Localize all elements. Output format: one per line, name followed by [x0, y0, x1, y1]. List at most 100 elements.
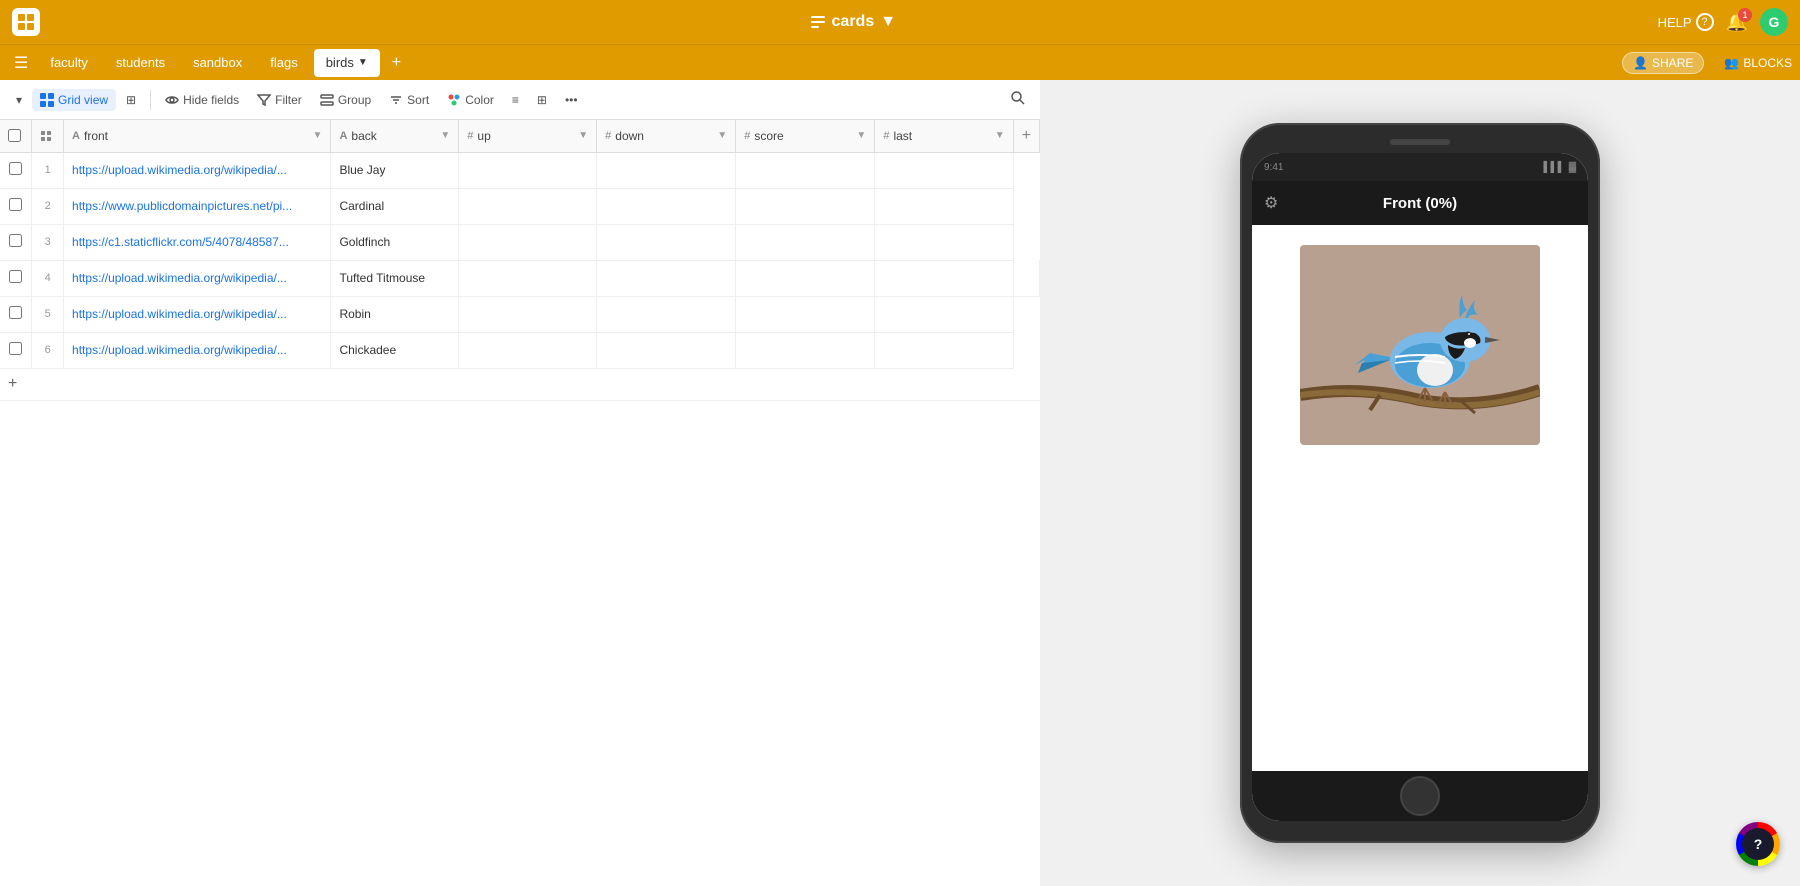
- customize-view-button[interactable]: ⊞: [118, 89, 144, 111]
- avatar[interactable]: G: [1760, 8, 1788, 36]
- col-last-dropdown-icon[interactable]: ▼: [995, 130, 1005, 141]
- col-header-up[interactable]: # up ▼: [459, 120, 597, 152]
- row-front-cell[interactable]: https://upload.wikimedia.org/wikipedia/.…: [64, 296, 331, 332]
- sort-button[interactable]: Sort: [381, 89, 437, 111]
- tab-students[interactable]: students: [104, 49, 177, 77]
- search-button[interactable]: [1004, 86, 1032, 113]
- row-score-cell[interactable]: [597, 152, 736, 188]
- col-header-down[interactable]: # down ▼: [597, 120, 736, 152]
- row-back-cell[interactable]: Chickadee: [331, 332, 459, 368]
- filter-button[interactable]: Filter: [249, 89, 310, 111]
- row-back-cell[interactable]: Goldfinch: [331, 224, 459, 260]
- help-button[interactable]: HELP ?: [1658, 13, 1714, 31]
- row-score-cell[interactable]: [736, 260, 875, 296]
- col-down-dropdown-icon[interactable]: ▼: [717, 130, 727, 141]
- row-last-cell[interactable]: [875, 260, 1013, 296]
- row-score-cell[interactable]: [597, 224, 736, 260]
- share-people-icon: 👤: [1633, 56, 1648, 70]
- row-front-cell[interactable]: https://upload.wikimedia.org/wikipedia/.…: [64, 152, 331, 188]
- row-front-cell[interactable]: https://www.publicdomainpictures.net/pi.…: [64, 188, 331, 224]
- col-header-last[interactable]: # last ▼: [875, 120, 1013, 152]
- tab-faculty[interactable]: faculty: [38, 49, 100, 77]
- phone-card-area[interactable]: [1252, 225, 1588, 771]
- row-last-cell[interactable]: [736, 152, 875, 188]
- color-button[interactable]: Color: [439, 89, 502, 111]
- group-button[interactable]: Group: [312, 89, 379, 111]
- phone-home-button[interactable]: [1400, 776, 1440, 816]
- blocks-button[interactable]: 👥 BLOCKS: [1724, 56, 1792, 70]
- tab-sandbox[interactable]: sandbox: [181, 49, 254, 77]
- table-row[interactable]: 1 https://upload.wikimedia.org/wikipedia…: [0, 152, 1040, 188]
- row-checkbox[interactable]: [9, 234, 22, 247]
- row-checkbox[interactable]: [9, 270, 22, 283]
- row-last-cell[interactable]: [736, 296, 875, 332]
- row-back-cell[interactable]: Blue Jay: [331, 152, 459, 188]
- row-checkbox[interactable]: [9, 198, 22, 211]
- row-score-cell[interactable]: [597, 188, 736, 224]
- tab-flags[interactable]: flags: [258, 49, 309, 77]
- app-logo[interactable]: [12, 8, 40, 36]
- row-down-cell[interactable]: [459, 332, 597, 368]
- row-score-cell[interactable]: [597, 296, 736, 332]
- row-last-cell[interactable]: [736, 332, 875, 368]
- row-last-cell[interactable]: [736, 224, 875, 260]
- help-support-button[interactable]: ?: [1736, 822, 1780, 866]
- row-height-button[interactable]: ≡: [504, 89, 527, 111]
- expand-button[interactable]: ⊞: [529, 89, 555, 111]
- row-checkbox[interactable]: [9, 306, 22, 319]
- hide-fields-button[interactable]: Hide fields: [157, 89, 247, 111]
- row-front-cell[interactable]: https://upload.wikimedia.org/wikipedia/.…: [64, 332, 331, 368]
- select-all-checkbox[interactable]: [8, 129, 21, 142]
- settings-gear-icon[interactable]: ⚙: [1264, 193, 1278, 213]
- row-down-cell[interactable]: [459, 188, 597, 224]
- row-front-cell[interactable]: https://c1.staticflickr.com/5/4078/48587…: [64, 224, 331, 260]
- table-row[interactable]: 2 https://www.publicdomainpictures.net/p…: [0, 188, 1040, 224]
- row-back-cell[interactable]: Tufted Titmouse: [331, 260, 459, 296]
- col-front-dropdown-icon[interactable]: ▼: [313, 130, 323, 141]
- row-checkbox-cell[interactable]: [0, 152, 32, 188]
- row-last-cell[interactable]: [736, 188, 875, 224]
- table-row[interactable]: 5 https://upload.wikimedia.org/wikipedia…: [0, 296, 1040, 332]
- col-header-front[interactable]: A front ▼: [64, 120, 331, 152]
- row-back-cell[interactable]: Robin: [331, 296, 459, 332]
- row-up-cell[interactable]: [459, 260, 597, 296]
- more-options-button[interactable]: •••: [557, 89, 586, 111]
- row-checkbox-cell[interactable]: [0, 260, 32, 296]
- col-header-checkbox[interactable]: [0, 120, 32, 152]
- add-tab-button[interactable]: +: [384, 50, 409, 76]
- grid-view-button[interactable]: Grid view: [32, 89, 116, 111]
- col-up-dropdown-icon[interactable]: ▼: [578, 130, 588, 141]
- tab-birds[interactable]: birds ▼: [314, 49, 380, 77]
- table-row[interactable]: 4 https://upload.wikimedia.org/wikipedia…: [0, 260, 1040, 296]
- col-back-dropdown-icon[interactable]: ▼: [440, 130, 450, 141]
- menu-icon[interactable]: ☰: [8, 49, 34, 77]
- phone-home-bar: [1252, 771, 1588, 821]
- col-header-score[interactable]: # score ▼: [736, 120, 875, 152]
- row-down-cell[interactable]: [459, 152, 597, 188]
- table-row[interactable]: 3 https://c1.staticflickr.com/5/4078/485…: [0, 224, 1040, 260]
- notification-button[interactable]: 🔔 1: [1726, 12, 1748, 33]
- add-column-icon[interactable]: +: [1022, 127, 1031, 145]
- app-title-button[interactable]: cards ▼: [810, 13, 897, 31]
- row-down-cell[interactable]: [459, 224, 597, 260]
- tab-birds-dropdown-icon[interactable]: ▼: [358, 57, 368, 68]
- table-row[interactable]: 6 https://upload.wikimedia.org/wikipedia…: [0, 332, 1040, 368]
- col-header-add[interactable]: +: [1013, 120, 1039, 152]
- row-back-cell[interactable]: Cardinal: [331, 188, 459, 224]
- row-checkbox[interactable]: [9, 342, 22, 355]
- row-score-cell[interactable]: [597, 332, 736, 368]
- view-dropdown-button[interactable]: ▾: [8, 89, 30, 111]
- grid-view-label: Grid view: [58, 93, 108, 107]
- row-down-cell[interactable]: [597, 260, 736, 296]
- row-front-cell[interactable]: https://upload.wikimedia.org/wikipedia/.…: [64, 260, 331, 296]
- row-checkbox-cell[interactable]: [0, 224, 32, 260]
- row-checkbox-cell[interactable]: [0, 332, 32, 368]
- share-button[interactable]: 👤 SHARE: [1622, 52, 1704, 74]
- col-score-dropdown-icon[interactable]: ▼: [856, 130, 866, 141]
- col-header-back[interactable]: A back ▼: [331, 120, 459, 152]
- row-checkbox[interactable]: [9, 162, 22, 175]
- row-checkbox-cell[interactable]: [0, 296, 32, 332]
- row-checkbox-cell[interactable]: [0, 188, 32, 224]
- row-down-cell[interactable]: [459, 296, 597, 332]
- add-row-button[interactable]: +: [0, 369, 1040, 401]
